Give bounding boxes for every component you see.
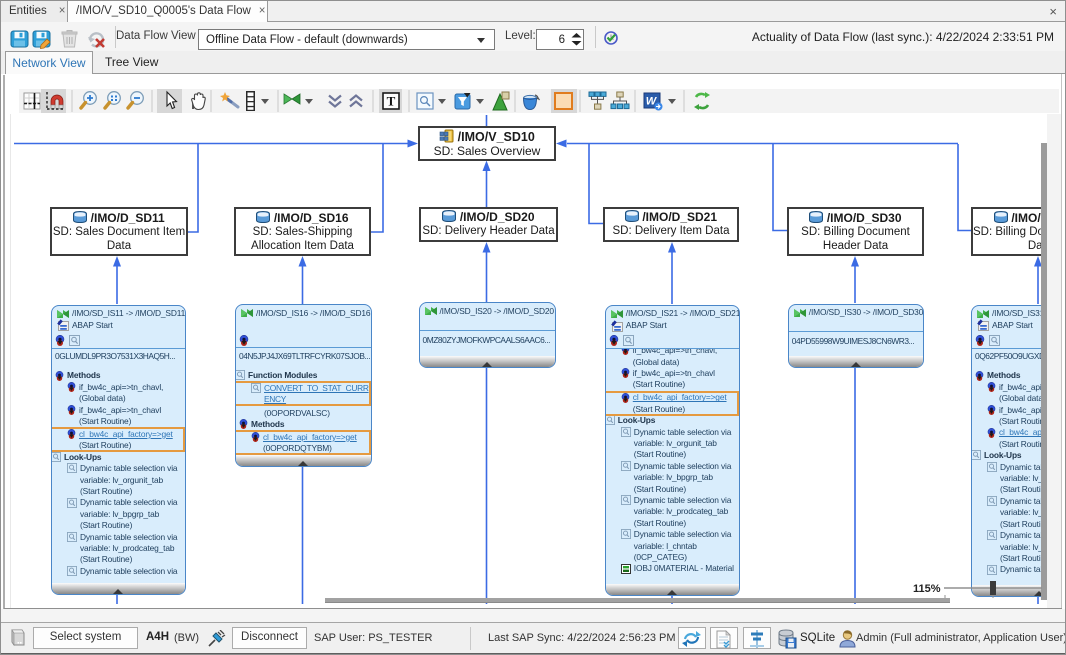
svg-text:115%: 115% bbox=[913, 583, 941, 595]
svg-text:T: T bbox=[387, 94, 396, 109]
